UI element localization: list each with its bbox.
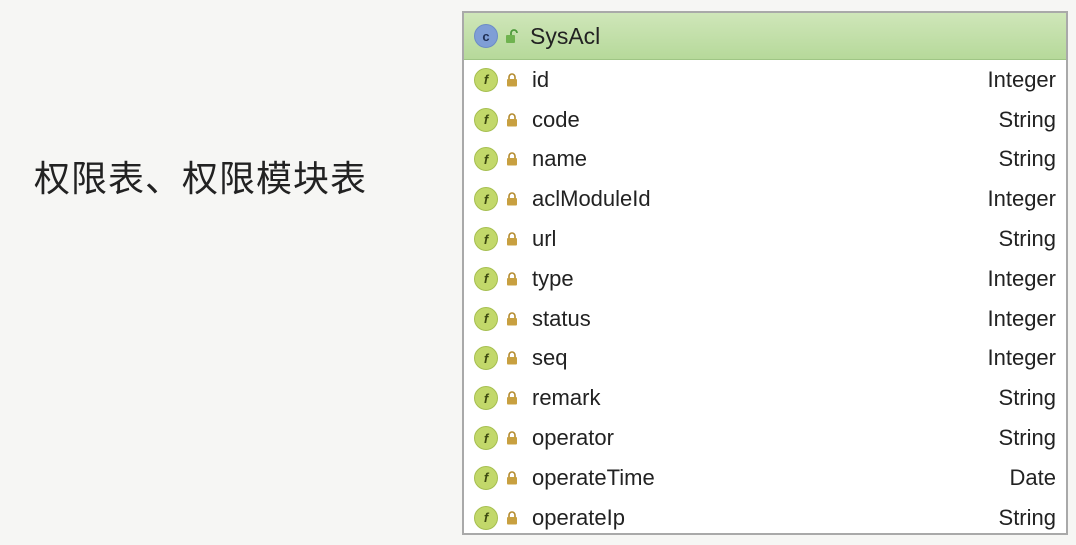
field-name: type (532, 265, 574, 291)
class-icon: c (474, 24, 498, 48)
lock-icon (506, 510, 518, 525)
field-type: String (998, 425, 1056, 451)
field-row: f aclModuleId Integer (464, 179, 1066, 219)
field-type: String (998, 106, 1056, 132)
field-row: f remark String (464, 378, 1066, 418)
field-type: String (998, 146, 1056, 172)
unlocked-icon (504, 28, 520, 44)
lock-icon (506, 192, 518, 206)
field-icon: f (474, 187, 498, 212)
field-icon: f (474, 426, 498, 451)
field-name: operateIp (532, 504, 625, 530)
field-type: Integer (987, 265, 1057, 291)
field-row: f seq Integer (464, 339, 1066, 379)
field-row: f name String (464, 140, 1066, 180)
field-icon: f (474, 227, 498, 252)
field-list: f id Integer f code String f name String f aclModu… (464, 60, 1066, 538)
field-row: f operateTime Date (464, 458, 1066, 498)
field-icon: f (474, 67, 498, 92)
field-icon: f (474, 505, 498, 530)
field-icon: f (474, 306, 498, 331)
field-row: f status Integer (464, 299, 1066, 339)
field-name: name (532, 146, 588, 172)
lock-icon (506, 112, 518, 127)
class-name: SysAcl (530, 22, 601, 49)
field-name: remark (532, 385, 601, 411)
field-row: f url String (464, 219, 1066, 259)
field-type: Integer (987, 66, 1057, 92)
field-name: status (532, 305, 591, 331)
field-icon: f (474, 147, 498, 172)
field-name: seq (532, 345, 568, 371)
lock-icon (506, 471, 518, 485)
field-name: id (532, 66, 550, 92)
field-icon: f (474, 386, 498, 411)
lock-icon (506, 232, 518, 246)
field-row: f type Integer (464, 259, 1066, 299)
field-icon: f (474, 465, 498, 490)
field-name: operator (532, 425, 614, 451)
field-type: Integer (987, 186, 1057, 212)
slide-caption: 权限表、权限模块表 (34, 159, 368, 200)
class-header: c SysAcl (464, 13, 1066, 60)
field-row: f operator String (464, 418, 1066, 458)
field-row: f operateIp String (464, 498, 1066, 538)
field-type: String (998, 226, 1056, 252)
uml-class-box: c SysAcl f id Integer f code String f name Strin… (462, 11, 1068, 535)
field-row: f code String (464, 100, 1066, 140)
field-name: code (532, 106, 580, 132)
lock-icon (506, 391, 518, 405)
field-icon: f (474, 107, 498, 132)
field-type: Date (1009, 464, 1056, 490)
lock-icon (506, 431, 518, 445)
lock-icon (506, 152, 518, 166)
field-type: Integer (987, 345, 1057, 371)
field-type: String (998, 385, 1056, 411)
field-name: operateTime (532, 464, 655, 490)
lock-icon (506, 311, 518, 326)
field-name: aclModuleId (532, 186, 651, 212)
field-type: String (998, 504, 1056, 530)
lock-icon (506, 73, 518, 87)
field-icon: f (474, 346, 498, 371)
lock-icon (506, 351, 518, 365)
field-name: url (532, 226, 557, 252)
field-icon: f (474, 266, 498, 291)
field-row: f id Integer (464, 60, 1066, 100)
lock-icon (506, 272, 518, 286)
field-type: Integer (987, 305, 1057, 331)
